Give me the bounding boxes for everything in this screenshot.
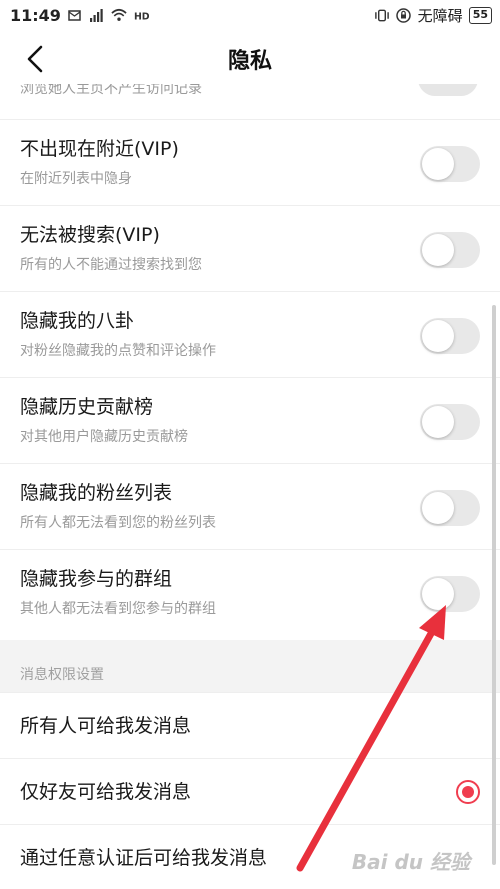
privacy-item-groups: 隐藏我参与的群组 其他人都无法看到您参与的群组 [0, 549, 500, 635]
toggle-switch[interactable] [418, 84, 478, 96]
option-label: 通过任意认证后可给我发消息 [20, 847, 268, 869]
privacy-item-contribution: 隐藏历史贡献榜 对其他用户隐藏历史贡献榜 [0, 377, 500, 463]
toggle-search[interactable] [420, 232, 480, 268]
section-header-message: 消息权限设置 [0, 640, 500, 692]
item-subtitle: 对其他用户隐藏历史贡献榜 [20, 429, 188, 445]
item-title: 隐藏历史贡献榜 [20, 396, 154, 418]
toggle-fans[interactable] [420, 490, 480, 526]
option-label: 所有人可给我发消息 [20, 715, 192, 737]
toggle-gossip[interactable] [420, 318, 480, 354]
toggle-nearby[interactable] [420, 146, 480, 182]
item-subtitle: 其他人都无法看到您参与的群组 [20, 601, 216, 617]
item-subtitle: 对粉丝隐藏我的点赞和评论操作 [20, 343, 216, 359]
toggle-contribution[interactable] [420, 404, 480, 440]
toggle-knob [422, 492, 454, 524]
back-button[interactable] [18, 42, 52, 76]
toggle-knob [422, 234, 454, 266]
vibrate-icon [374, 7, 390, 23]
privacy-item-fans: 隐藏我的粉丝列表 所有人都无法看到您的粉丝列表 [0, 463, 500, 549]
toggle-knob [422, 406, 454, 438]
item-subtitle: 所有人都无法看到您的粉丝列表 [20, 515, 216, 531]
chevron-left-icon [27, 45, 43, 73]
item-subtitle: 在附近列表中隐身 [20, 171, 132, 187]
privacy-item-search: 无法被搜索(VIP) 所有的人不能通过搜索找到您 [0, 205, 500, 291]
svg-text:HD: HD [134, 11, 149, 22]
privacy-list: 不出现在附近(VIP) 在附近列表中隐身 无法被搜索(VIP) 所有的人不能通过… [0, 119, 500, 635]
privacy-item-gossip: 隐藏我的八卦 对粉丝隐藏我的点赞和评论操作 [0, 291, 500, 377]
item-title: 隐藏我的粉丝列表 [20, 482, 173, 504]
notification-icon [67, 7, 83, 23]
wifi-icon [111, 7, 127, 23]
truncated-list-item: 浏览她人主页不产生访问记录 [20, 84, 480, 98]
scrollbar[interactable] [492, 305, 496, 865]
message-option-friends[interactable]: 仅好友可给我发消息 [0, 758, 500, 824]
radio-selected-icon[interactable] [456, 780, 480, 804]
status-time: 11:49 [10, 5, 61, 25]
option-label: 仅好友可给我发消息 [20, 781, 192, 803]
truncated-subtitle: 浏览她人主页不产生访问记录 [20, 84, 202, 97]
section-header-label: 消息权限设置 [20, 667, 104, 683]
item-title: 隐藏我的八卦 [20, 310, 135, 332]
item-title: 不出现在附近(VIP) [20, 138, 179, 160]
privacy-item-nearby: 不出现在附近(VIP) 在附近列表中隐身 [0, 119, 500, 205]
status-bar: 11:49 HD 无障碍 55 [0, 0, 500, 30]
nav-bar: 隐私 [0, 30, 500, 88]
signal-icon [89, 7, 105, 23]
battery-indicator: 55 [468, 6, 492, 24]
message-option-everyone[interactable]: 所有人可给我发消息 [0, 692, 500, 758]
lock-icon [396, 7, 412, 23]
item-title: 无法被搜索(VIP) [20, 224, 160, 246]
toggle-knob [422, 320, 454, 352]
toggle-groups[interactable] [420, 576, 480, 612]
toggle-knob [422, 148, 454, 180]
hd-icon: HD [133, 7, 149, 23]
page-title: 隐私 [227, 49, 272, 74]
accessibility-label: 无障碍 [417, 6, 463, 25]
item-subtitle: 所有的人不能通过搜索找到您 [20, 257, 202, 273]
watermark-logo: Bai du 经验 [351, 850, 470, 874]
toggle-knob [422, 578, 454, 610]
item-title: 隐藏我参与的群组 [20, 568, 173, 590]
